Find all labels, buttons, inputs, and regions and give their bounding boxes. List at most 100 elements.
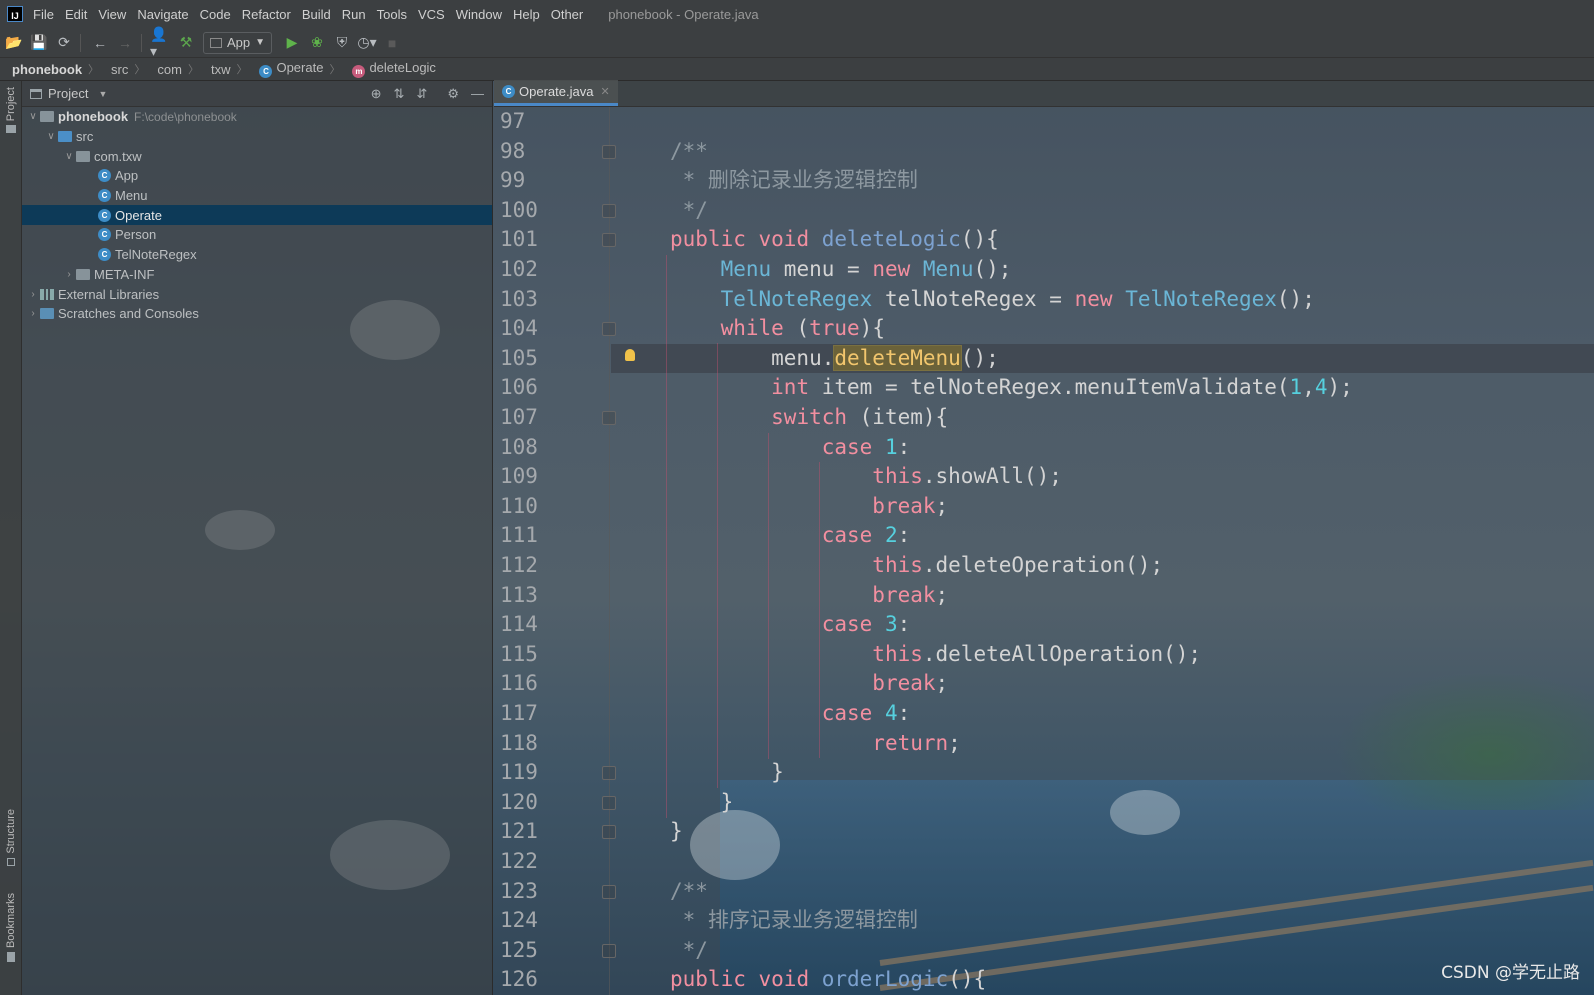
gear-icon[interactable]: ⚙ <box>447 86 459 102</box>
code-line[interactable]: case 3: <box>670 610 911 640</box>
code-line[interactable]: return; <box>670 729 961 759</box>
fold-marker-icon[interactable] <box>602 943 616 958</box>
code-line[interactable]: } <box>670 758 784 788</box>
code-line[interactable]: switch (item){ <box>670 403 948 433</box>
chevron-right-icon[interactable]: › <box>26 308 40 319</box>
code-line[interactable]: int item = telNoteRegex.menuItemValidate… <box>670 373 1353 403</box>
fold-marker-icon[interactable] <box>602 203 616 218</box>
tree-item-class-person[interactable]: C Person <box>22 225 492 245</box>
tree-item-class-menu[interactable]: C Menu <box>22 186 492 206</box>
tree-item-external-libraries[interactable]: › External Libraries <box>22 284 492 304</box>
chevron-down-icon[interactable]: ∨ <box>62 151 76 162</box>
minimize-icon[interactable]: — <box>471 86 484 102</box>
collapse-all-icon[interactable]: ⇵ <box>416 86 427 102</box>
chevron-down-icon[interactable]: ∨ <box>26 111 40 122</box>
code-line[interactable]: */ <box>670 936 708 966</box>
sync-icon[interactable]: ⟳ <box>53 32 75 54</box>
code-line[interactable]: this.showAll(); <box>670 462 1062 492</box>
menu-other[interactable]: Other <box>551 7 584 22</box>
code-line[interactable]: */ <box>670 196 708 226</box>
menu-window[interactable]: Window <box>456 7 502 22</box>
breadcrumb-txw[interactable]: txw <box>211 62 231 77</box>
code-line[interactable]: public void orderLogic(){ <box>670 965 986 995</box>
close-icon[interactable]: ✕ <box>600 85 609 98</box>
user-icon[interactable]: 👤▾ <box>150 26 172 59</box>
menu-navigate[interactable]: Navigate <box>137 7 188 22</box>
project-tool-tab[interactable]: Project <box>0 87 22 134</box>
code-line[interactable]: } <box>670 788 734 818</box>
menu-view[interactable]: View <box>98 7 126 22</box>
fold-marker-icon[interactable] <box>602 411 616 425</box>
expand-all-icon[interactable]: ⇅ <box>394 86 405 102</box>
lightbulb-icon[interactable] <box>625 349 635 361</box>
editor-tab-operate-java[interactable]: C Operate.java ✕ <box>494 80 618 106</box>
tree-item-src[interactable]: ∨ src <box>22 127 492 147</box>
open-folder-icon[interactable]: 📂 <box>3 32 25 54</box>
tree-item-class-operate[interactable]: C Operate <box>22 205 492 226</box>
chevron-down-icon[interactable]: ∨ <box>44 131 58 142</box>
stop-icon[interactable]: ■ <box>381 32 403 54</box>
code-line[interactable]: break; <box>670 581 948 611</box>
code-line[interactable]: } <box>670 817 683 847</box>
menu-build[interactable]: Build <box>302 7 331 22</box>
code-line[interactable]: TelNoteRegex telNoteRegex = new TelNoteR… <box>670 285 1315 315</box>
menu-help[interactable]: Help <box>513 7 540 22</box>
run-icon[interactable]: ▶ <box>281 32 303 54</box>
fold-marker-icon[interactable] <box>602 795 616 810</box>
forward-arrow-icon[interactable]: → <box>114 32 136 54</box>
fold-marker-icon[interactable] <box>602 322 616 337</box>
chevron-right-icon[interactable]: › <box>26 289 40 300</box>
menu-refactor[interactable]: Refactor <box>242 7 291 22</box>
breadcrumb-class[interactable]: C Operate <box>259 60 323 78</box>
tree-item-class-telnoteregex[interactable]: C TelNoteRegex <box>22 245 492 265</box>
menu-vcs[interactable]: VCS <box>418 7 445 22</box>
run-configuration-select[interactable]: App ▼ <box>203 31 273 54</box>
menu-edit[interactable]: Edit <box>65 7 87 22</box>
breadcrumb-src[interactable]: src <box>111 62 128 77</box>
menu-code[interactable]: Code <box>200 7 231 22</box>
code-line[interactable]: * 排序记录业务逻辑控制 <box>670 906 918 936</box>
debug-icon[interactable]: ❀ <box>306 32 328 54</box>
structure-tool-tab[interactable]: Structure <box>0 809 22 866</box>
code-line[interactable]: /** <box>670 877 708 907</box>
tree-item-project-root[interactable]: ∨ phonebook F:\code\phonebook <box>22 107 492 127</box>
code-line[interactable]: this.deleteOperation(); <box>670 551 1163 581</box>
fold-marker-icon[interactable] <box>602 766 616 781</box>
code-line[interactable]: public void deleteLogic(){ <box>670 225 999 255</box>
menu-file[interactable]: File <box>33 7 54 22</box>
fold-marker-icon[interactable] <box>602 233 616 248</box>
tree-item-package[interactable]: ∨ com.txw <box>22 146 492 166</box>
fold-marker-icon[interactable] <box>602 884 616 899</box>
menu-run[interactable]: Run <box>342 7 366 22</box>
code-line[interactable]: this.deleteAllOperation(); <box>670 640 1201 670</box>
fold-marker-icon[interactable] <box>602 825 616 840</box>
save-icon[interactable]: 💾 <box>28 32 50 54</box>
project-view-selector[interactable]: Project ▼ <box>30 86 107 101</box>
code-editor[interactable]: 97 98 99 100 101 102 103 104 105 106 107 108 109 110 1… <box>494 107 1594 995</box>
breadcrumb-com[interactable]: com <box>157 62 182 77</box>
tree-item-class-app[interactable]: C App <box>22 166 492 186</box>
code-line[interactable]: Menu menu = new Menu(); <box>670 255 1012 285</box>
build-hammer-icon[interactable]: ⚒ <box>175 32 197 54</box>
code-line[interactable]: case 4: <box>670 699 911 729</box>
chevron-right-icon[interactable]: › <box>62 269 76 280</box>
code-line[interactable]: case 1: <box>670 433 911 463</box>
fold-marker-icon[interactable] <box>602 144 616 159</box>
code-line[interactable]: break; <box>670 492 948 522</box>
code-line[interactable]: menu.deleteMenu(); <box>670 344 999 374</box>
code-line[interactable]: while (true){ <box>670 314 885 344</box>
locate-target-icon[interactable]: ⊕ <box>371 86 382 102</box>
code-line[interactable]: * 删除记录业务逻辑控制 <box>670 166 918 196</box>
coverage-icon[interactable]: ⛨ <box>331 32 353 54</box>
code-line[interactable]: /** <box>670 137 708 167</box>
tree-item-scratches[interactable]: › Scratches and Consoles <box>22 304 492 324</box>
back-arrow-icon[interactable]: ← <box>89 32 111 54</box>
bookmarks-tool-tab[interactable]: Bookmarks <box>0 893 22 963</box>
code-line[interactable]: case 2: <box>670 521 911 551</box>
profile-icon[interactable]: ◷▾ <box>356 32 378 54</box>
breadcrumb-method[interactable]: m deleteLogic <box>352 60 436 78</box>
menu-tools[interactable]: Tools <box>377 7 407 22</box>
breadcrumb-project[interactable]: phonebook <box>12 62 82 77</box>
tree-item-meta-inf[interactable]: › META-INF <box>22 265 492 285</box>
code-line[interactable]: break; <box>670 669 948 699</box>
